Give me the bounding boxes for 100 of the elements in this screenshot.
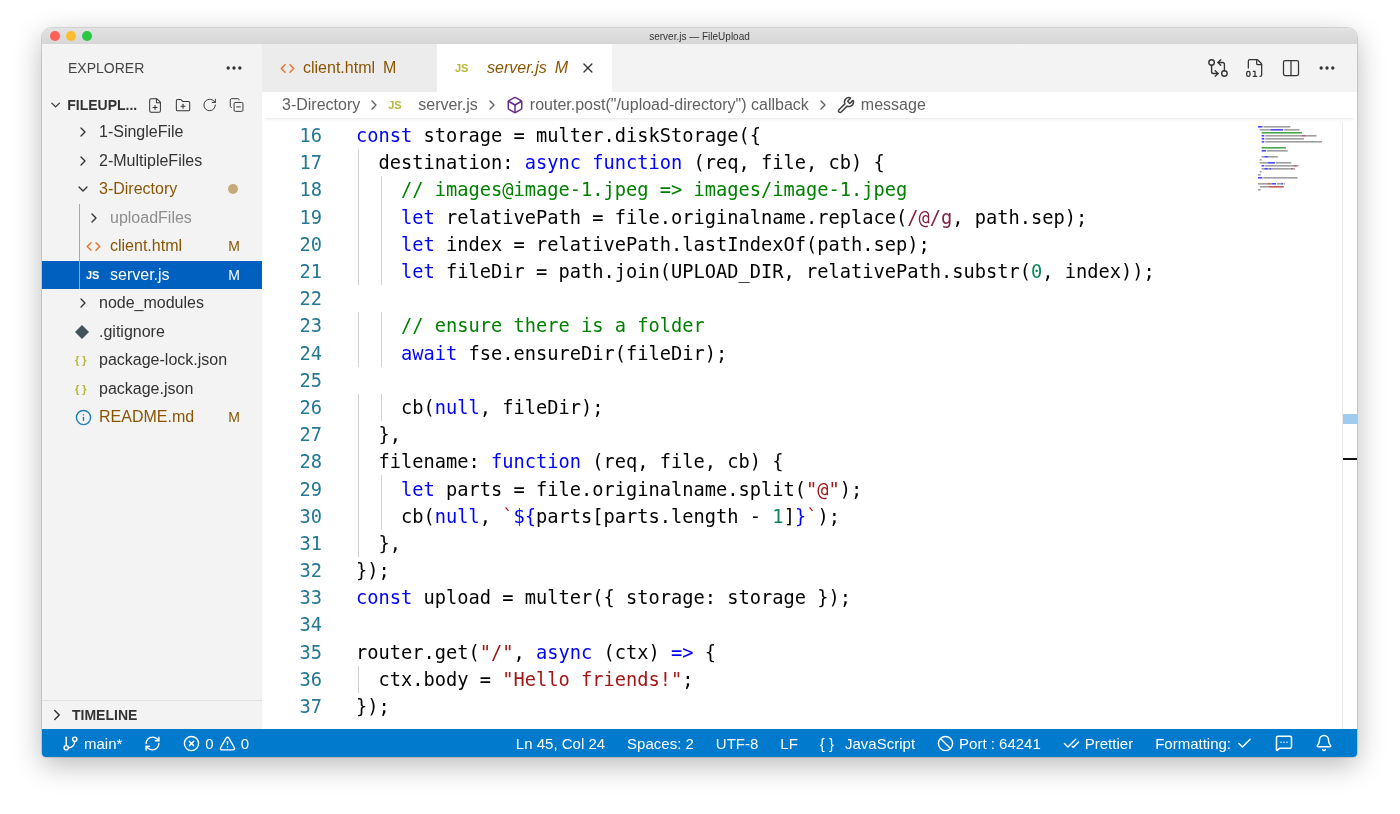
cube-icon: [505, 96, 524, 114]
file-item[interactable]: { } package.json: [42, 374, 262, 403]
js-file-icon: JS: [388, 99, 407, 111]
breadcrumb-item[interactable]: router.post("/upload-directory") callback: [505, 96, 809, 114]
code-line: // ensure there is a folder: [400, 315, 705, 337]
code-line: },: [377, 424, 401, 446]
line-number: 20: [298, 233, 323, 255]
line-number: 17: [298, 152, 323, 174]
braces-icon: { }: [75, 354, 93, 367]
line-number: 24: [298, 342, 323, 364]
line-number: 29: [298, 478, 323, 500]
line-number: 26: [298, 396, 323, 418]
code-line: ctx.body = "Hello friends!";: [377, 668, 694, 690]
code-line: let fileDir = path.join(UPLOAD_DIR, relativePath.substr(0, index));: [400, 261, 1155, 283]
code-line: const upload = multer({ storage: storage });: [356, 587, 852, 609]
code-line: router.get("/", async (ctx) => {: [356, 641, 717, 663]
breadcrumb-item[interactable]: 3-Directory: [282, 96, 361, 114]
binary-file-icon[interactable]: [1245, 58, 1265, 78]
prettier-status[interactable]: Prettier: [1062, 734, 1134, 752]
modified-letter: M: [228, 238, 240, 255]
braces-icon: { }: [75, 382, 93, 395]
diamond-icon: [75, 324, 89, 339]
problems-status[interactable]: 0 0: [183, 734, 250, 752]
line-number: 16: [298, 125, 323, 147]
line-number: 27: [298, 424, 323, 446]
line-number: 34: [298, 614, 323, 636]
warning-icon: [218, 734, 236, 752]
file-item[interactable]: client.html M: [42, 232, 262, 261]
js-file-icon: JS: [455, 62, 473, 74]
code-line: });: [356, 560, 390, 582]
editor-tab[interactable]: client.html M: [262, 44, 437, 92]
folder-item[interactable]: uploadFiles: [42, 203, 262, 232]
line-number: 37: [298, 696, 323, 718]
code-line: // images@image-1.jpeg => images/image-1.jpeg: [400, 179, 908, 201]
explorer-title: EXPLORER: [68, 60, 145, 76]
branch-icon: [62, 734, 79, 752]
status-text[interactable]: Ln 45, Col 24: [515, 734, 606, 752]
code-line: });: [356, 696, 390, 718]
sync-icon[interactable]: [144, 734, 162, 752]
formatting-status[interactable]: Formatting:: [1155, 734, 1253, 752]
folder-item[interactable]: 1-SingleFile: [42, 118, 262, 147]
line-number: 22: [298, 288, 323, 310]
line-number: 31: [298, 532, 323, 554]
line-number: 35: [298, 641, 323, 663]
code-line: filename: function (req, file, cb) {: [377, 451, 784, 473]
port-status[interactable]: Port : 64241: [937, 734, 1041, 752]
code-line: cb(null, fileDir);: [400, 396, 604, 418]
split-editor-icon[interactable]: [1281, 58, 1301, 78]
code-line: const storage = multer.diskStorage({: [356, 125, 762, 147]
window-title: server.js — FileUpload: [649, 30, 750, 42]
line-number: 23: [298, 315, 323, 337]
ban-icon: [937, 734, 955, 752]
code-line: cb(null, `${parts[parts.length - 1]}`);: [400, 505, 840, 527]
new-file-icon[interactable]: [147, 95, 164, 115]
line-number: 25: [298, 369, 323, 391]
branch-status[interactable]: main*: [62, 734, 123, 752]
breadcrumb-item[interactable]: JS server.js: [388, 96, 478, 114]
status-text[interactable]: Spaces: 2: [627, 734, 694, 752]
modified-letter: M: [228, 266, 240, 283]
project-name: FILEUPL...: [67, 97, 138, 113]
file-item[interactable]: README.md M: [42, 403, 262, 432]
line-number: 30: [298, 505, 323, 527]
line-number: 18: [298, 179, 323, 201]
feedback-icon[interactable]: [1275, 734, 1293, 752]
language-status[interactable]: { } JavaScript: [819, 734, 916, 752]
code-line: let relativePath = file.originalname.replace(/@/g, path.sep);: [400, 206, 1088, 228]
file-item[interactable]: .gitignore: [42, 317, 262, 346]
line-number: 32: [298, 560, 323, 582]
code-line: destination: async function (req, file, cb) {: [377, 152, 885, 174]
line-number: 33: [298, 587, 323, 609]
line-number: 28: [298, 451, 323, 473]
folder-item[interactable]: 2-MultipleFiles: [42, 146, 262, 175]
editor-tab[interactable]: JS server.js M: [437, 44, 612, 92]
file-item[interactable]: { } package-lock.json: [42, 346, 262, 375]
compare-icon[interactable]: [1207, 57, 1229, 79]
timeline-title: TIMELINE: [72, 707, 138, 723]
code-line: let index = relativePath.lastIndexOf(path.sep);: [400, 233, 930, 255]
collapse-icon[interactable]: [228, 96, 245, 114]
project-header[interactable]: FILEUPL...: [42, 92, 262, 118]
code-line: await fse.ensureDir(fileDir);: [400, 342, 728, 364]
line-number: 21: [298, 261, 323, 283]
code-line: },: [377, 532, 401, 554]
folder-item[interactable]: node_modules: [42, 289, 262, 318]
braces-icon: { }: [819, 734, 834, 752]
bell-icon[interactable]: [1315, 734, 1333, 752]
file-item[interactable]: JS server.js M: [42, 260, 262, 289]
line-number: 19: [298, 206, 323, 228]
code-line: let parts = file.originalname.split("@");: [400, 478, 863, 500]
refresh-icon[interactable]: [202, 96, 218, 114]
wrench-icon: [836, 96, 855, 114]
status-text[interactable]: LF: [780, 734, 798, 752]
status-text[interactable]: UTF-8: [715, 734, 759, 752]
modified-letter: M: [228, 409, 240, 426]
folder-item[interactable]: 3-Directory: [42, 175, 262, 204]
info-icon: [75, 408, 92, 426]
language-label: JavaScript: [845, 734, 916, 752]
line-number: 36: [298, 668, 323, 690]
js-file-icon: JS: [86, 268, 104, 281]
breadcrumb-item[interactable]: message: [836, 96, 926, 114]
error-icon: [183, 734, 201, 752]
